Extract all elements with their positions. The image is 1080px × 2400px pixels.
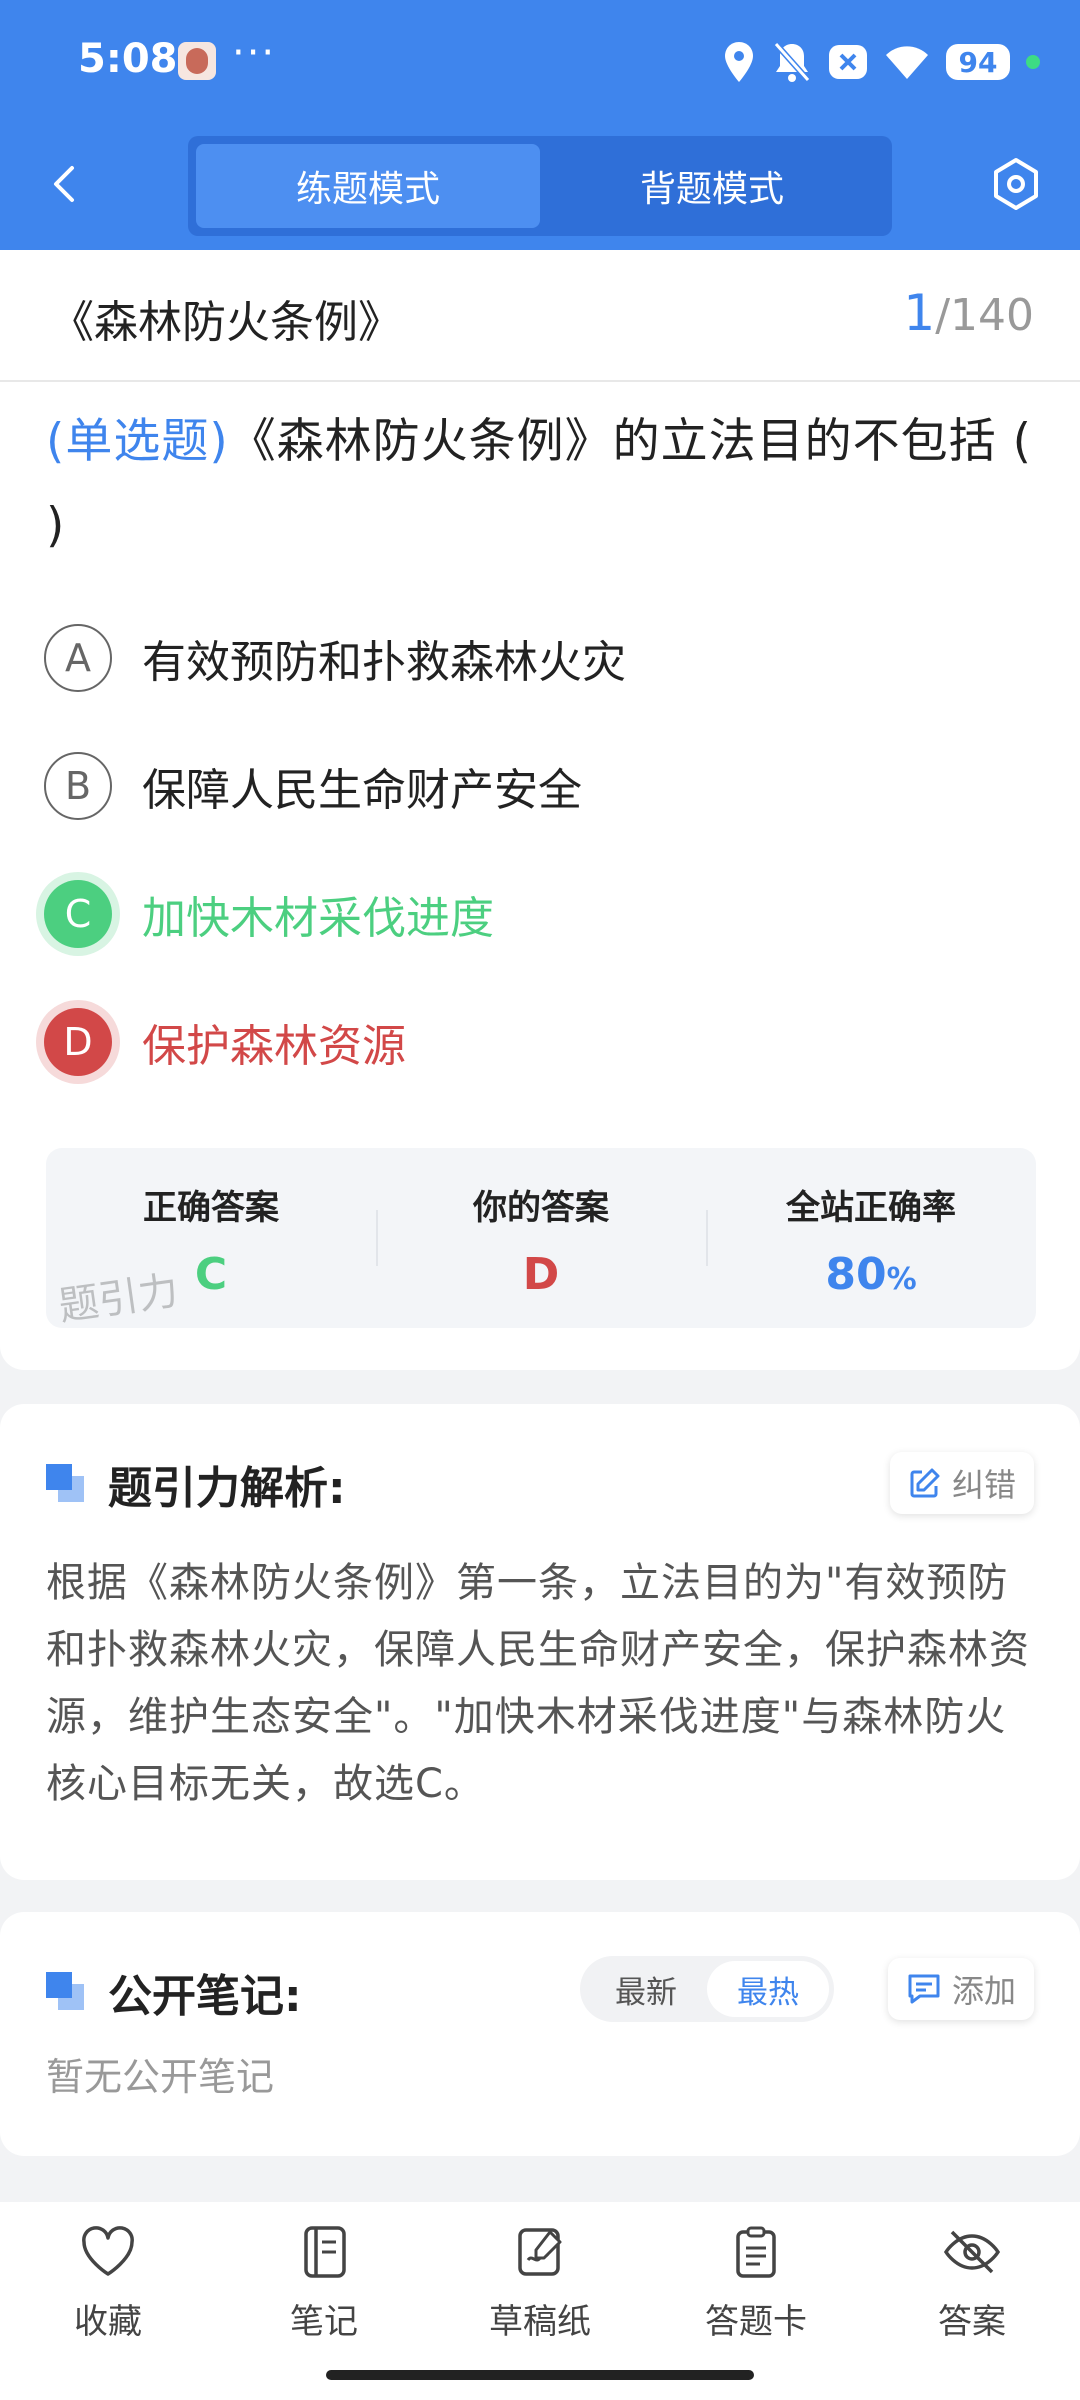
question-bank-title: 《森林防火条例》 (50, 297, 402, 348)
empty-notes-message: 暂无公开笔记 (46, 2055, 275, 2099)
tab-answer-sheet[interactable]: 答题卡 (676, 2224, 836, 2343)
question-counter: 1/140 (903, 284, 1034, 342)
draft-icon (518, 2228, 562, 2276)
tab-favorite-label: 收藏 (74, 2302, 142, 2342)
analysis-card: 题引力解析: 纠错 根据《森林防火条例》第一条，立法目的为"有效预防和扑救森林火… (0, 1404, 1080, 1880)
current-question-number: 1 (903, 284, 936, 342)
mode-switch: 练题模式 背题模式 (188, 136, 892, 236)
total-questions: /140 (935, 290, 1034, 341)
eye-off-icon (943, 2230, 1001, 2274)
tab-answer-label: 答案 (938, 2302, 1006, 2342)
heart-icon (82, 2226, 134, 2276)
tab-memorize-mode[interactable]: 背题模式 (540, 144, 884, 228)
option-letter: D (44, 1008, 112, 1076)
option-text: 保障人民生命财产安全 (142, 765, 582, 816)
status-icons: 94 (722, 38, 1040, 86)
option-text: 加快木材采伐进度 (142, 893, 494, 944)
tab-notes-label: 笔记 (290, 2302, 358, 2342)
notification-avatar-icon (178, 42, 216, 80)
status-bar: 5:08 ··· 94 (0, 0, 1080, 120)
wifi-icon (886, 46, 928, 79)
your-answer-label: 你的答案 (473, 1188, 609, 1228)
analysis-text: 根据《森林防火条例》第一条，立法目的为"有效预防和扑救森林火灾，保障人民生命财产… (46, 1560, 1030, 1807)
tab-favorite[interactable]: 收藏 (28, 2224, 188, 2343)
analysis-title: 题引力解析: (108, 1463, 346, 1514)
option-letter: C (44, 880, 112, 948)
location-icon (725, 42, 753, 82)
option-text: 保护森林资源 (142, 1021, 406, 1072)
tab-draft[interactable]: 草稿纸 (460, 2224, 620, 2343)
correct-answer-column: 正确答案 C 题引力 (46, 1148, 376, 1328)
battery-indicator: 94 (946, 44, 1010, 80)
more-notifications-indicator: ··· (232, 30, 277, 76)
bell-off-icon (773, 42, 811, 82)
option-b[interactable]: B 保障人民生命财产安全 (44, 748, 582, 824)
option-d[interactable]: D 保护森林资源 (44, 1004, 406, 1080)
answer-result-panel: 正确答案 C 题引力 你的答案 D 全站正确率 80% (46, 1148, 1036, 1328)
section-square-icon (46, 1464, 86, 1504)
option-text: 有效预防和扑救森林火灾 (142, 637, 626, 688)
home-indicator[interactable] (326, 2370, 754, 2380)
option-letter: B (44, 752, 112, 820)
analysis-header: 题引力解析: (46, 1452, 346, 1516)
edit-icon (910, 1468, 940, 1498)
option-a[interactable]: A 有效预防和扑救森林火灾 (44, 620, 626, 696)
question-header: 《森林防火条例》 1/140 (0, 250, 1080, 382)
camera-in-use-dot (1026, 55, 1040, 69)
close-badge-icon (829, 45, 867, 79)
accuracy-rate-unit: % (886, 1262, 917, 1297)
tab-practice-mode[interactable]: 练题模式 (196, 144, 540, 228)
sort-hottest[interactable]: 最热 (707, 1961, 829, 2017)
add-note-button[interactable]: 添加 (887, 1958, 1034, 2020)
notes-header: 公开笔记: (46, 1960, 302, 2024)
public-notes-card: 公开笔记: 最新 最热 添加 暂无公开笔记 (0, 1912, 1080, 2156)
question-stem: (单选题)《森林防火条例》的立法目的不包括 ( ) (46, 400, 1036, 568)
tab-answer-sheet-label: 答题卡 (705, 2302, 807, 2342)
sort-latest[interactable]: 最新 (585, 1961, 707, 2017)
accuracy-rate-label: 全站正确率 (786, 1188, 956, 1228)
accuracy-rate-column: 全站正确率 80% (706, 1148, 1036, 1328)
option-c[interactable]: C 加快木材采伐进度 (44, 876, 494, 952)
your-answer-column: 你的答案 D (376, 1148, 706, 1328)
notes-title: 公开笔记: (108, 1971, 302, 2022)
section-square-icon (46, 1972, 86, 2012)
tab-draft-label: 草稿纸 (489, 2302, 591, 2342)
tab-answer[interactable]: 答案 (892, 2224, 1052, 2343)
accuracy-rate-number: 80 (825, 1249, 887, 1300)
accuracy-rate-value: 80% (706, 1249, 1036, 1300)
status-time: 5:08 (78, 36, 178, 82)
back-icon[interactable] (40, 158, 92, 210)
report-error-label: 纠错 (951, 1466, 1016, 1504)
settings-icon[interactable] (986, 154, 1046, 214)
option-letter: A (44, 624, 112, 692)
nav-bar: 练题模式 背题模式 (0, 130, 1080, 240)
tab-notes[interactable]: 笔记 (244, 2224, 404, 2343)
correct-answer-label: 正确答案 (143, 1188, 279, 1228)
question-card: 《森林防火条例》 1/140 (单选题)《森林防火条例》的立法目的不包括 ( )… (0, 250, 1080, 1370)
question-type-tag: (单选题) (46, 414, 229, 469)
notebook-icon (304, 2226, 346, 2278)
app-header: 5:08 ··· 94 练题模式 背题模式 (0, 0, 1080, 250)
add-note-label: 添加 (951, 1972, 1016, 2010)
clipboard-icon (736, 2226, 776, 2278)
notes-sort-toggle: 最新 最热 (580, 1956, 834, 2022)
comment-icon (908, 1974, 940, 2004)
report-error-button[interactable]: 纠错 (889, 1452, 1034, 1514)
your-answer-value: D (522, 1249, 560, 1300)
